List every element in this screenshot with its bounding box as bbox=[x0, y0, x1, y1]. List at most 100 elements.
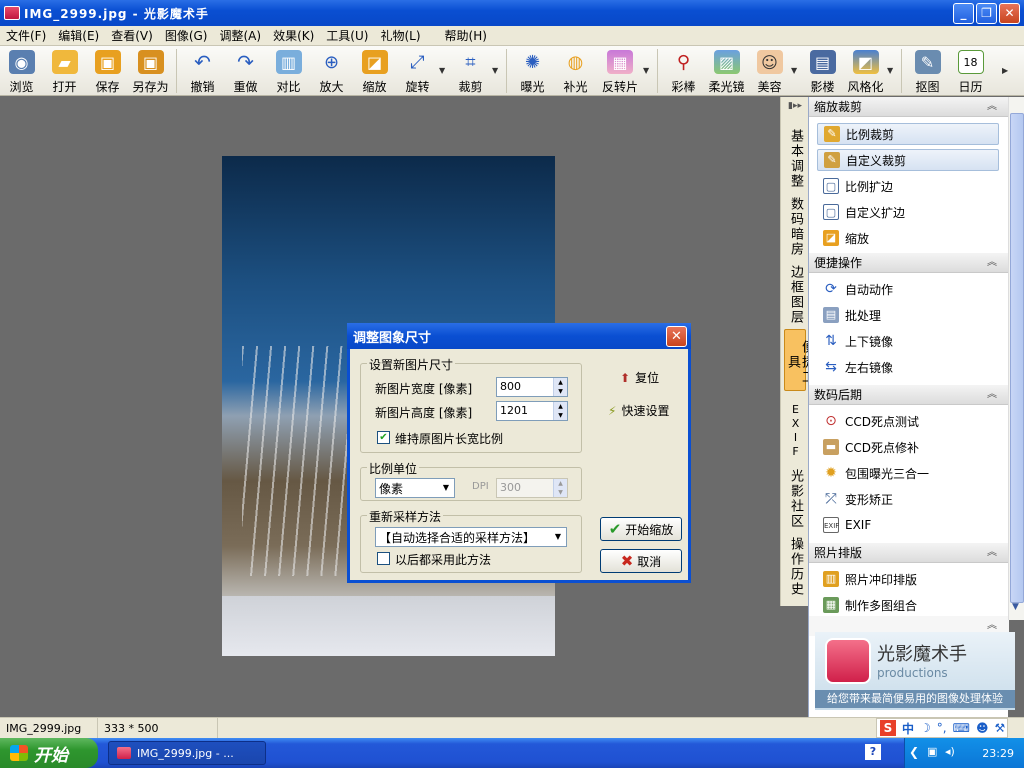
close-button[interactable]: ✕ bbox=[999, 3, 1020, 24]
toolbar-more-icon[interactable]: ▶ bbox=[1002, 66, 1012, 75]
width-up-icon[interactable]: ▲ bbox=[554, 378, 567, 387]
tab-quick-tools[interactable]: 便捷工具 bbox=[784, 329, 814, 391]
keep-ratio-checkbox[interactable]: ✔ bbox=[377, 431, 390, 444]
menu-bar: 文件(F) 编辑(E) 查看(V) 图像(G) 调整(A) 效果(K) 工具(U… bbox=[0, 26, 1024, 46]
batch-item[interactable]: ▤ 批处理 bbox=[817, 304, 999, 326]
invert-button[interactable]: ▦ 反转片 bbox=[597, 46, 643, 95]
soft-lens-button[interactable]: ▨ 柔光镜 bbox=[705, 46, 748, 95]
fill-light-button[interactable]: ◍ 补光 bbox=[554, 46, 597, 95]
ccd-test-item[interactable]: ⊙ CCD死点测试 bbox=[817, 410, 999, 432]
invert-dropdown-icon[interactable]: ▼ bbox=[643, 66, 653, 75]
tab-frame-layer[interactable]: 边框图层 bbox=[784, 265, 806, 329]
menu-tools[interactable]: 工具(U) bbox=[320, 27, 374, 44]
open-button[interactable]: ▰ 打开 bbox=[43, 46, 86, 95]
browse-button[interactable]: ◉ 浏览 bbox=[0, 46, 43, 95]
panel-scrollbar[interactable]: ▼ bbox=[1008, 97, 1024, 620]
compare-button[interactable]: ▥ 对比 bbox=[267, 46, 310, 95]
menu-file[interactable]: 文件(F) bbox=[0, 27, 52, 44]
maximize-button[interactable]: ❐ bbox=[976, 3, 997, 24]
stylize-button[interactable]: ◩ 风格化 bbox=[844, 46, 887, 95]
menu-adjust[interactable]: 调整(A) bbox=[213, 27, 267, 44]
calendar-button[interactable]: 18 日历 bbox=[949, 46, 992, 95]
width-down-icon[interactable]: ▼ bbox=[554, 387, 567, 396]
volume-icon[interactable]: ◂) bbox=[945, 745, 955, 758]
section-digital-post[interactable]: 数码后期 ︽ bbox=[809, 385, 1009, 405]
crop-button[interactable]: ⌗ 裁剪 bbox=[449, 46, 492, 95]
custom-border-item[interactable]: ▢ 自定义扩边 bbox=[817, 201, 999, 223]
height-up-icon[interactable]: ▲ bbox=[554, 402, 567, 411]
unit-select[interactable]: 像素 ▼ bbox=[375, 478, 455, 498]
stylize-icon: ◩ bbox=[852, 50, 879, 74]
status-dimensions: 333 * 500 bbox=[98, 717, 218, 739]
tab-history[interactable]: 操作历史 bbox=[784, 537, 806, 601]
section-resize-crop[interactable]: 缩放裁剪 ︽ bbox=[809, 97, 1009, 117]
hdr-merge-item[interactable]: ✹ 包围曝光三合一 bbox=[817, 462, 999, 484]
scroll-thumb[interactable] bbox=[1010, 113, 1024, 603]
ccd-repair-item[interactable]: ▬ CCD死点修补 bbox=[817, 436, 999, 458]
target-icon: ⊙ bbox=[825, 413, 837, 429]
always-use-label: 以后都采用此方法 bbox=[395, 553, 492, 567]
tab-community[interactable]: 光影社区 bbox=[784, 469, 806, 533]
flip-horizontal-item[interactable]: ⇆ 左右镜像 bbox=[817, 356, 999, 378]
collage-item[interactable]: ▦ 制作多图组合 bbox=[817, 594, 999, 616]
ime-bar[interactable]: S 中 ☽ °, ⌨ ☻ ⚒ bbox=[876, 718, 1008, 738]
menu-effects[interactable]: 效果(K) bbox=[267, 27, 320, 44]
exposure-button[interactable]: ✺ 曝光 bbox=[511, 46, 554, 95]
flip-vertical-item[interactable]: ⇅ 上下镜像 bbox=[817, 330, 999, 352]
quick-settings-button[interactable]: ⚡ 快速设置 bbox=[608, 402, 669, 419]
scroll-down-icon[interactable]: ▼ bbox=[1012, 602, 1019, 612]
section-quick-ops[interactable]: 便捷操作 ︽ bbox=[809, 253, 1009, 273]
always-use-checkbox[interactable] bbox=[377, 552, 390, 565]
shadow-button[interactable]: ▤ 影楼 bbox=[801, 46, 844, 95]
menu-gift[interactable]: 礼物(L) bbox=[374, 27, 426, 44]
resize-item[interactable]: ◪ 缩放 bbox=[817, 227, 999, 249]
beauty-dropdown-icon[interactable]: ▼ bbox=[791, 66, 801, 75]
save-button[interactable]: ▣ 保存 bbox=[86, 46, 129, 95]
menu-edit[interactable]: 编辑(E) bbox=[52, 27, 105, 44]
tab-exif[interactable]: EXIF bbox=[784, 403, 806, 463]
collapse-panel-icon[interactable]: ▮▸▸ bbox=[784, 99, 806, 113]
tray-arrow-icon[interactable]: ❮ bbox=[909, 745, 919, 759]
dialog-close-button[interactable]: ✕ bbox=[666, 326, 687, 347]
taskbar-app-item[interactable]: IMG_2999.jpg - ... bbox=[108, 741, 266, 765]
cancel-button[interactable]: ✖ 取消 bbox=[600, 549, 682, 573]
auto-action-item[interactable]: ⟳ 自动动作 bbox=[817, 278, 999, 300]
save-as-button[interactable]: ▣ 另存为 bbox=[129, 46, 172, 95]
menu-help[interactable]: 帮助(H) bbox=[439, 27, 493, 44]
tab-digital-darkroom[interactable]: 数码暗房 bbox=[784, 197, 806, 261]
rotate-button[interactable]: ⤢ 旋转 bbox=[396, 46, 439, 95]
crop-icon: ⌗ bbox=[465, 51, 476, 73]
stylize-dropdown-icon[interactable]: ▼ bbox=[887, 66, 897, 75]
ratio-crop-item[interactable]: ✎ 比例裁剪 bbox=[817, 123, 999, 145]
resize-button[interactable]: ◪ 缩放 bbox=[353, 46, 396, 95]
height-down-icon[interactable]: ▼ bbox=[554, 411, 567, 420]
bandage-icon: ▬ bbox=[823, 439, 839, 455]
beauty-button[interactable]: ☺ 美容 bbox=[748, 46, 791, 95]
menu-view[interactable]: 查看(V) bbox=[105, 27, 159, 44]
width-input[interactable]: 800 ▲ ▼ bbox=[496, 377, 568, 397]
ratio-border-item[interactable]: ▢ 比例扩边 bbox=[817, 175, 999, 197]
start-button[interactable]: 开始 bbox=[0, 738, 98, 768]
help-icon[interactable]: ? bbox=[865, 744, 881, 760]
color-wand-button[interactable]: ⚲ 彩棒 bbox=[662, 46, 705, 95]
resample-select[interactable]: 【自动选择合适的采样方法】 ▼ bbox=[375, 527, 567, 547]
reset-button[interactable]: ⬆ 复位 bbox=[620, 369, 659, 386]
print-layout-item[interactable]: ▥ 照片冲印排版 bbox=[817, 568, 999, 590]
redo-button[interactable]: ↷ 重做 bbox=[224, 46, 267, 95]
distortion-item[interactable]: ⤱ 变形矫正 bbox=[817, 488, 999, 510]
section-photo-layout[interactable]: 照片排版 ︽ bbox=[809, 543, 1009, 563]
minimize-button[interactable]: _ bbox=[953, 3, 974, 24]
undo-button[interactable]: ↶ 撤销 bbox=[181, 46, 224, 95]
height-input[interactable]: 1201 ▲ ▼ bbox=[496, 401, 568, 421]
rotate-dropdown-icon[interactable]: ▼ bbox=[439, 66, 449, 75]
network-icon[interactable]: ▣ bbox=[927, 745, 937, 758]
exif-item[interactable]: EXIF EXIF bbox=[817, 514, 999, 536]
tab-basic-adjust[interactable]: 基本调整 bbox=[784, 129, 806, 193]
zoom-in-button[interactable]: ⊕ 放大 bbox=[310, 46, 353, 95]
start-resize-button[interactable]: ✔ 开始缩放 bbox=[600, 517, 682, 541]
crop-dropdown-icon[interactable]: ▼ bbox=[492, 66, 502, 75]
menu-image[interactable]: 图像(G) bbox=[159, 27, 214, 44]
cutout-button[interactable]: ✎ 抠图 bbox=[906, 46, 949, 95]
custom-crop-item[interactable]: ✎ 自定义裁剪 bbox=[817, 149, 999, 171]
banner-title: 光影魔术手 bbox=[877, 644, 967, 665]
